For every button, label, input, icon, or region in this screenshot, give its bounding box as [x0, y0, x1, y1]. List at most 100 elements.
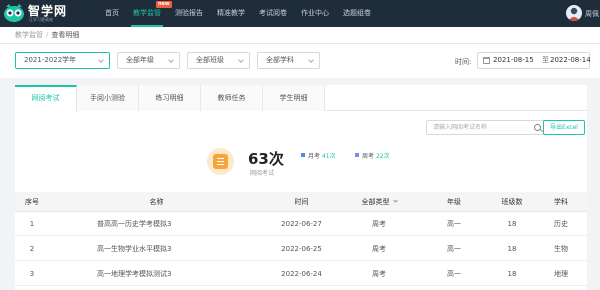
tab-label: 教师任务	[217, 94, 246, 102]
calendar-icon	[483, 57, 490, 64]
legend-weekly: 周考 22次	[355, 151, 390, 160]
exam-count-label: 网阅考试	[250, 170, 275, 177]
nav-item-label: 选题组卷	[343, 9, 371, 17]
column-header-name: 名称	[149, 197, 164, 206]
date-start[interactable]: 2021-08-15	[493, 53, 534, 68]
exam-count: 63次	[248, 150, 284, 168]
main-panel: 网阅考试 手阅小测验 练习明细 教师任务 学生明细 导出Excel 63次 网阅…	[15, 85, 587, 290]
breadcrumb-separator: /	[46, 31, 49, 39]
exam-search-box	[426, 120, 547, 135]
exam-class-count: 18	[507, 269, 517, 278]
legend-label: 周考	[362, 153, 375, 160]
nav-item-quiz-report[interactable]: 测验报告	[168, 0, 210, 27]
nav-item-exam-marking[interactable]: 考试阅卷	[252, 0, 294, 27]
nav-item-label: 首页	[105, 9, 119, 17]
time-label: 时间:	[455, 58, 472, 66]
breadcrumb-current: 查看明细	[51, 31, 80, 39]
type-filter-label: 全部类型	[361, 197, 390, 206]
exam-name[interactable]: 高一地理学考模拟测试3	[49, 262, 264, 285]
nav-item-label: 测验报告	[175, 9, 203, 17]
top-nav-bar: 智学网 让学习更高效 首页 教学监管 new 测验报告 精准教学 考试阅卷 作业…	[0, 0, 600, 27]
nav-item-label: 教学监管	[133, 9, 161, 17]
row-index: 1	[29, 219, 35, 228]
user-avatar-icon	[568, 7, 580, 21]
grade-select[interactable]: 全部年级	[117, 52, 180, 69]
legend-dot	[301, 153, 305, 157]
column-header-class-count: 班级数	[501, 197, 523, 206]
main-nav: 首页 教学监管 new 测验报告 精准教学 考试阅卷 作业中心 选题组卷	[98, 0, 378, 27]
nav-item-label: 精准教学	[217, 9, 245, 17]
tab-student-details[interactable]: 学生明细	[263, 85, 325, 111]
breadcrumb: 教学监管 / 查看明细	[0, 27, 600, 44]
tab-online-exams[interactable]: 网阅考试	[15, 85, 77, 112]
tab-label: 手阅小测验	[90, 94, 125, 102]
nav-item-label: 考试阅卷	[259, 9, 287, 17]
table-row[interactable]: 3 高一地理学考模拟测试3 2022-06-24 周考 高一 18 地理	[15, 262, 587, 286]
subject-select[interactable]: 全部学科	[257, 52, 320, 69]
school-year-select[interactable]: 2021-2022学年	[15, 52, 110, 69]
breadcrumb-parent[interactable]: 教学监管	[15, 31, 43, 39]
column-header-subject: 学科	[554, 197, 568, 206]
row-index: 3	[29, 269, 35, 278]
tab-label: 练习明细	[155, 94, 184, 102]
nav-item-home[interactable]: 首页	[98, 0, 126, 27]
exam-subject: 地理	[554, 269, 568, 278]
exam-type: 周考	[372, 219, 386, 228]
date-end[interactable]: 2022-08-14	[550, 53, 591, 68]
chevron-down-icon	[308, 57, 314, 63]
tab-teacher-tasks[interactable]: 教师任务	[201, 85, 263, 111]
chevron-down-icon	[238, 57, 244, 63]
date-range-picker[interactable]: 2021-08-15 至 2022-08-14	[477, 52, 591, 69]
exam-type: 周考	[372, 269, 386, 278]
filter-bar: 2021-2022学年 全部年级 全部班级 全部学科 时间: 2021-08-1…	[0, 44, 600, 78]
nav-item-precision-teaching[interactable]: 精准教学	[210, 0, 252, 27]
legend-dot	[355, 153, 359, 157]
exam-date: 2022-06-25	[281, 244, 322, 253]
legend-value: 41次	[321, 153, 336, 160]
search-input[interactable]	[433, 121, 529, 134]
exam-date: 2022-06-27	[281, 219, 322, 228]
exam-name[interactable]: 普高高一历史学考模拟3	[49, 212, 264, 235]
nav-item-homework-center[interactable]: 作业中心	[294, 0, 336, 27]
document-icon	[207, 148, 234, 175]
tab-label: 学生明细	[279, 94, 308, 102]
nav-item-label: 作业中心	[301, 9, 329, 17]
owl-logo-icon	[4, 4, 24, 22]
exam-type: 周考	[372, 244, 386, 253]
tab-label: 网阅考试	[31, 94, 60, 102]
select-value: 全部年级	[126, 56, 154, 64]
column-header-grade: 年级	[447, 197, 461, 206]
row-index: 2	[29, 244, 35, 253]
exam-class-count: 18	[507, 244, 517, 253]
nav-item-teaching-supervision[interactable]: 教学监管 new	[126, 0, 172, 27]
search-icon[interactable]	[534, 124, 541, 131]
column-header-type[interactable]: 全部类型	[339, 192, 419, 211]
table-header: 序号 名称 时间 全部类型 年级 班级数 学科	[15, 192, 587, 212]
nav-item-question-builder[interactable]: 选题组卷	[336, 0, 378, 27]
legend-value: 22次	[375, 153, 390, 160]
exam-grade: 高一	[447, 269, 461, 278]
tab-practice-details[interactable]: 练习明细	[139, 85, 201, 111]
column-header-time: 时间	[294, 197, 309, 206]
chevron-down-icon	[392, 198, 398, 203]
export-excel-button[interactable]: 导出Excel	[543, 120, 585, 135]
exam-name[interactable]: 高一生物学业水平模拟3	[49, 237, 264, 260]
class-select[interactable]: 全部班级	[187, 52, 250, 69]
select-value: 全部班级	[196, 56, 224, 64]
exam-class-count: 18	[507, 219, 517, 228]
exam-subject: 历史	[554, 219, 568, 228]
tab-manual-quizzes[interactable]: 手阅小测验	[77, 85, 139, 111]
table-row[interactable]: 1 普高高一历史学考模拟3 2022-06-27 周考 高一 18 历史	[15, 212, 587, 236]
avatar[interactable]	[566, 5, 582, 21]
select-value: 全部学科	[266, 56, 294, 64]
brand-slogan: 让学习更高效	[29, 17, 53, 22]
exam-subject: 生物	[554, 244, 568, 253]
brand-logo[interactable]: 智学网 让学习更高效	[4, 2, 92, 25]
tab-bar: 网阅考试 手阅小测验 练习明细 教师任务 学生明细	[15, 85, 587, 112]
chevron-down-icon	[168, 57, 174, 63]
user-name: 周佩	[585, 10, 599, 18]
legend-label: 月考	[308, 153, 321, 160]
legend-monthly: 月考 41次	[301, 151, 336, 160]
select-value: 2021-2022学年	[24, 56, 77, 64]
table-row[interactable]: 2 高一生物学业水平模拟3 2022-06-25 周考 高一 18 生物	[15, 237, 587, 261]
